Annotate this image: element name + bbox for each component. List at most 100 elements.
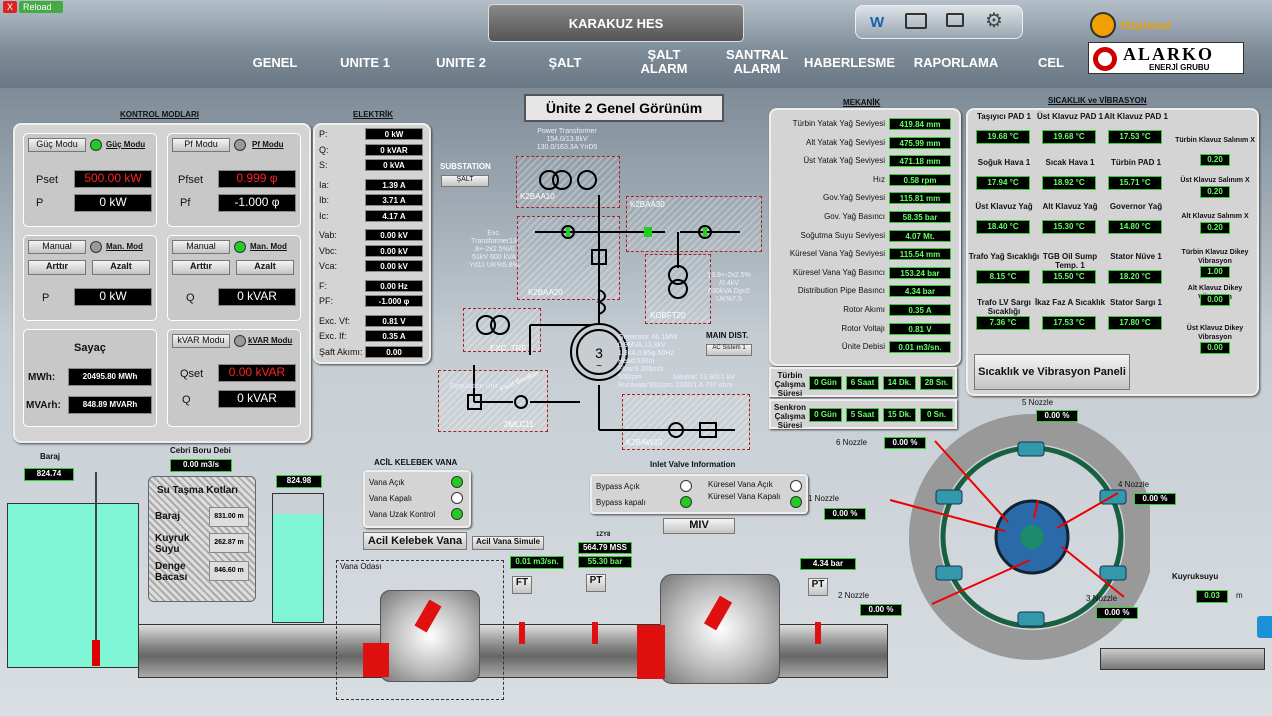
elektrik-value: 0 kVA (365, 159, 423, 171)
manual-q-label2: Q (186, 292, 195, 304)
sicaklik-label: Stator Nüve 1 (1110, 252, 1162, 261)
nav-item[interactable]: UNITE 1 (340, 56, 390, 70)
elektrik-label: Exc. If: (319, 331, 347, 341)
ac-sistem-button[interactable]: AC Sistem 1 (706, 344, 752, 356)
turbin-runtime-label: Türbin Çalışma Süresi (774, 371, 806, 398)
turbin-runtime-value: 6 Saat (846, 376, 879, 390)
mekanik-label: Gov.Yağ Seviyesi (823, 193, 885, 203)
elektrik-value: 1.39 A (365, 178, 423, 191)
teq-logo (1090, 12, 1116, 38)
mekanik-label: Türbin Yatak Yağ Seviyesi (792, 119, 885, 128)
q-increase-button[interactable]: Arttır (172, 260, 230, 275)
mvarh-label: MVArh: (26, 400, 61, 411)
sicaklik-value: 18.40 °C (976, 220, 1030, 234)
inlet-title: Inlet Valve Information (650, 460, 736, 469)
ft-value: 0.01 m3/sn. (510, 556, 564, 569)
pt2-sensor[interactable]: PT (808, 578, 828, 596)
elektrik-value: 4.17 A (365, 209, 423, 222)
gear-icon[interactable]: ⚙ (985, 8, 1003, 33)
mekanik-label: Rotor Voltajı (841, 323, 885, 333)
reload-button[interactable]: Reload (19, 1, 63, 13)
sicaklik-value: 7.36 °C (976, 316, 1030, 330)
pf-label: Pf (180, 197, 191, 209)
nav-item[interactable]: GENEL (250, 56, 300, 70)
mvarh-value: 848.89 MVARh (68, 396, 152, 414)
nozzle-label: 3 Nozzle (1086, 594, 1118, 603)
nozzle-label: 2 Nozzle (838, 591, 870, 600)
nav-item[interactable]: RAPORLAMA (912, 56, 1000, 70)
elektrik-label: PF: (319, 296, 334, 306)
aux-transformer-info: 13.8+-2x2.5% /0.4kV 630kVA Dyn5 UK%7.5 (707, 272, 751, 303)
guc-mode-led (90, 139, 102, 151)
q-decrease-button[interactable]: Azalt (236, 260, 294, 275)
kuyruk-value: 0.03 (1196, 590, 1228, 603)
nav-item[interactable]: CEL (1026, 56, 1076, 70)
mekanik-label: Soğutma Suyu Seviyesi (800, 230, 886, 240)
elektrik-label: P: (319, 129, 328, 139)
su-tasma-value: 846.60 m (209, 561, 249, 581)
page-title: Ünite 2 Genel Görünüm (524, 94, 724, 122)
network-icon[interactable] (905, 13, 927, 29)
bypass-label: Bypass kapalı (596, 498, 646, 507)
elektrik-label: Vbc: (319, 245, 338, 256)
turbin-runtime-value: 0 Gün (809, 376, 842, 390)
vibrasyon-value: 0.20 (1200, 222, 1230, 234)
nav-item[interactable]: UNITE 2 (436, 56, 486, 70)
sicaklik-label: Soğuk Hava 1 (977, 158, 1031, 167)
elektrik-value: 0 kVAR (365, 143, 423, 156)
pset-value[interactable]: 500.00 kW (74, 170, 152, 188)
p-decrease-button[interactable]: Azalt (92, 260, 150, 275)
acil-kelebek-button[interactable]: Acil Kelebek Vana (363, 532, 467, 550)
word-icon[interactable]: W (870, 14, 884, 31)
sicaklik-label: Sıcak Hava 1 (1045, 158, 1095, 167)
reservoir-gauge (95, 472, 97, 642)
bypass-led (680, 496, 692, 508)
p-increase-button[interactable]: Arttır (28, 260, 86, 275)
mekanik-value: 115.81 mm (889, 192, 951, 205)
nozzle-value: 0.00 % (1036, 410, 1078, 422)
sicaklik-value: 18.20 °C (1108, 270, 1162, 284)
pf-mode-led (234, 139, 246, 151)
neutral-info: Neutral: 13.8/0.1 kV 2000/1 A 797 ohm (673, 374, 735, 389)
qset-value[interactable]: 0.00 kVAR (218, 364, 296, 382)
nav-item[interactable]: SANTRAL ALARM (726, 48, 788, 76)
acil-simule-button[interactable]: Acil Vana Simule (472, 536, 544, 550)
salt-button[interactable]: ŞALT (441, 175, 489, 187)
vibrasyon-value: 0.20 (1200, 186, 1230, 198)
pfset-value[interactable]: 0.999 φ (218, 170, 296, 188)
mekanik-value: 4.07 Mt. (889, 229, 951, 242)
sicaklik-label: Trafo LV Sargı Sıcaklığı (977, 298, 1031, 316)
pt1-sensor[interactable]: PT (586, 574, 606, 592)
sicaklik-panel-button[interactable]: Sıcaklık ve Vibrasyon Paneli (974, 354, 1130, 390)
miv-button[interactable]: MIV (663, 518, 735, 534)
bypass-label: Bypass Açık (596, 482, 640, 491)
manual-p-label: Man. Mod (106, 242, 143, 251)
guc-panel: Güç Modu Güç Modu Pset 500.00 kW P 0 kW (23, 133, 157, 227)
kuyruk-label: Kuyruksuyu (1172, 572, 1219, 581)
pf-mode-button[interactable]: Pf Modu (172, 138, 230, 152)
mekanik-value: 153.24 bar (889, 266, 951, 279)
elektrik-value: 0.00 (365, 345, 423, 358)
pt1-mss: 564.79 MSS (578, 542, 632, 554)
sicaklik-value: 17.94 °C (976, 176, 1030, 190)
vibrasyon-label: Türbin Klavuz Salınım X (1175, 137, 1255, 144)
sicaklik-value: 15.30 °C (1042, 220, 1096, 234)
manual-p-button[interactable]: Manual (28, 240, 86, 254)
nozzle-value: 0.00 % (824, 508, 866, 520)
kvar-mode-button[interactable]: kVAR Modu (172, 334, 230, 348)
guc-mode-button[interactable]: Güç Modu (28, 138, 86, 152)
power-transformer-info: Power Transformer 154.0/13.8kV 130.0/163… (536, 128, 598, 151)
elektrik-value: 0.35 A (365, 330, 423, 342)
nav-item[interactable]: HABERLESME (804, 56, 895, 70)
computer-icon[interactable] (946, 13, 964, 27)
nav-item[interactable]: ŞALT (540, 56, 590, 70)
close-button[interactable]: X (3, 1, 18, 13)
vibrasyon-label: Türbin Klavuz Dikey Vibrasyon (1181, 249, 1249, 265)
manual-q-led (234, 241, 246, 253)
side-tab[interactable] (1257, 616, 1272, 638)
manual-q-button[interactable]: Manual (172, 240, 230, 254)
senkron-runtime-value: 5 Saat (846, 408, 879, 422)
nav-item[interactable]: ŞALT ALARM (633, 48, 695, 76)
sicaklik-value: 17.53 °C (1108, 130, 1162, 144)
ft-sensor[interactable]: FT (512, 576, 532, 594)
